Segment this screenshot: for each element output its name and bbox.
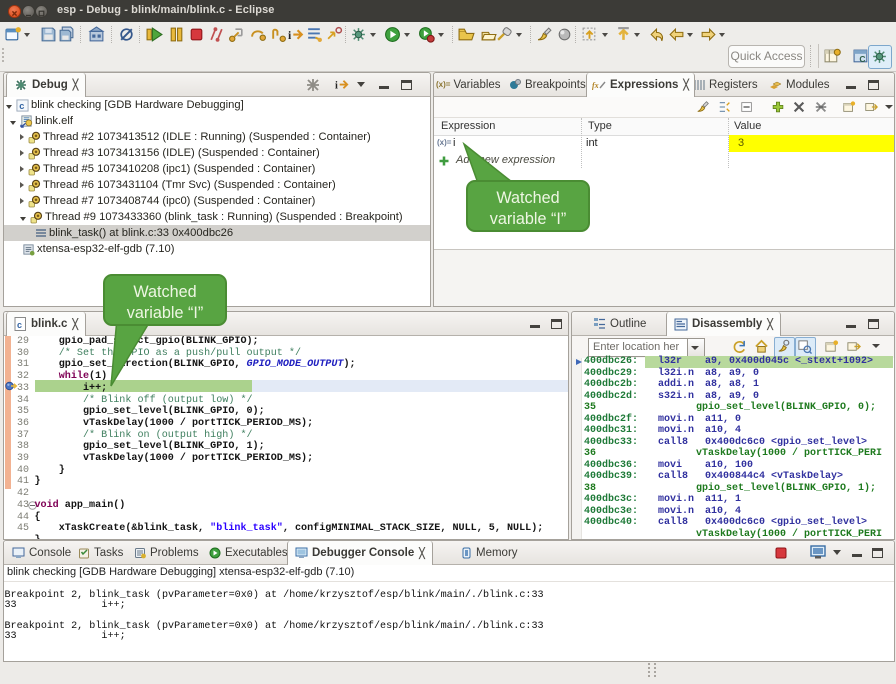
svg-text:variable “I”: variable “I” xyxy=(490,210,566,228)
svg-text:variable “I”: variable “I” xyxy=(127,304,203,322)
svg-text:fx: fx xyxy=(592,81,599,90)
svg-text:c: c xyxy=(17,320,22,330)
svg-text:C: C xyxy=(859,54,865,64)
svg-text:Watched: Watched xyxy=(496,189,559,207)
svg-text:Watched: Watched xyxy=(133,283,196,301)
svg-text:c: c xyxy=(19,101,24,111)
svg-text:i: i xyxy=(288,29,292,42)
svg-text:i: i xyxy=(335,80,338,91)
